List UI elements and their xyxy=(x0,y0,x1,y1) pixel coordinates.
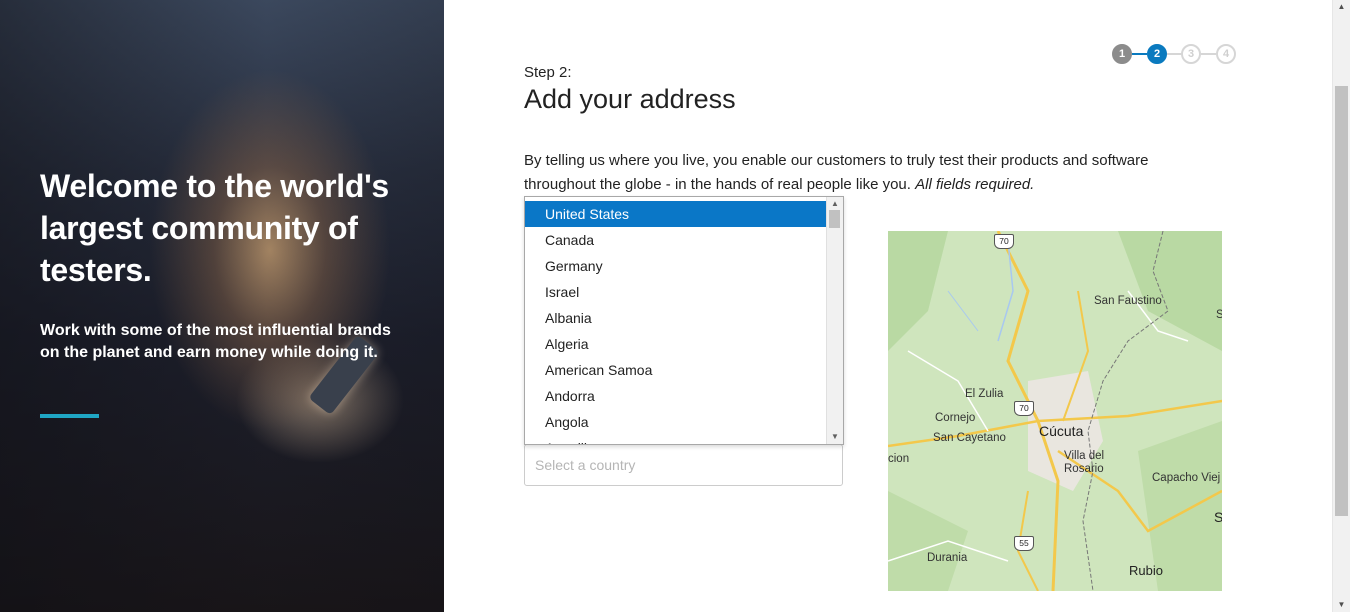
map-label: Rubio xyxy=(1129,563,1163,578)
map-roads-svg xyxy=(888,231,1222,591)
page-scrollbar[interactable]: ▲ ▼ xyxy=(1332,0,1350,612)
map-label: S xyxy=(1216,309,1222,321)
step-connector xyxy=(1201,53,1216,55)
map-label: San Faustino xyxy=(1094,295,1162,307)
map-label: cion xyxy=(888,453,910,465)
map-label: S xyxy=(1214,509,1222,525)
progress-stepper: 1 2 3 4 xyxy=(1112,44,1240,64)
hero-subheading: Work with some of the most influential b… xyxy=(40,322,391,361)
form-description: By telling us where you live, you enable… xyxy=(524,149,1204,197)
description-text: By telling us where you live, you enable… xyxy=(524,152,1149,193)
route-shield-icon: 70 xyxy=(1014,401,1034,416)
hero-panel: Welcome to the world's largest community… xyxy=(0,0,444,612)
step-1: 1 xyxy=(1112,44,1132,64)
country-option[interactable]: Angola xyxy=(525,409,826,435)
country-option[interactable]: Israel xyxy=(525,279,826,305)
required-note: All fields required. xyxy=(915,176,1035,193)
step-2: 2 xyxy=(1147,44,1167,64)
step-label: Step 2: xyxy=(524,64,572,81)
dropdown-scroll-thumb[interactable] xyxy=(829,210,840,228)
country-option[interactable]: Germany xyxy=(525,253,826,279)
step-connector xyxy=(1167,53,1182,55)
scroll-down-arrow-icon[interactable]: ▼ xyxy=(827,431,843,443)
hero-accent-bar xyxy=(40,414,99,418)
hero-image-overlay xyxy=(0,0,444,612)
map-label: El Zulia xyxy=(965,388,1004,400)
country-option[interactable]: United States xyxy=(525,201,826,227)
country-option-list: United States Canada Germany Israel Alba… xyxy=(525,197,826,444)
step-connector xyxy=(1132,53,1147,55)
country-option[interactable]: Albania xyxy=(525,305,826,331)
map-label: Capacho Viej xyxy=(1152,472,1221,484)
route-shield-icon: 55 xyxy=(1014,536,1034,551)
country-option[interactable]: American Samoa xyxy=(525,357,826,383)
page-scroll-down-icon[interactable]: ▼ xyxy=(1333,598,1350,612)
map-label: Villa del xyxy=(1064,450,1105,462)
step-4: 4 xyxy=(1216,44,1236,64)
country-option[interactable]: Canada xyxy=(525,227,826,253)
country-option[interactable]: Anguilla xyxy=(525,435,826,444)
location-map[interactable]: San Faustino El Zulia Cornejo San Cayeta… xyxy=(888,231,1222,591)
page-scroll-up-icon[interactable]: ▲ xyxy=(1333,0,1350,14)
map-label: San Cayetano xyxy=(933,432,1006,444)
map-label: Durania xyxy=(927,552,968,564)
map-label-city: Cúcuta xyxy=(1039,423,1084,439)
scroll-up-arrow-icon[interactable]: ▲ xyxy=(827,198,843,210)
country-dropdown[interactable]: United States Canada Germany Israel Alba… xyxy=(524,196,844,445)
map-label: Cornejo xyxy=(935,412,976,424)
country-option[interactable]: Andorra xyxy=(525,383,826,409)
map-label: Rosario xyxy=(1064,463,1104,475)
country-input[interactable] xyxy=(524,444,843,486)
country-option[interactable]: Algeria xyxy=(525,331,826,357)
hero-heading: Welcome to the world's largest community… xyxy=(40,168,389,288)
step-3: 3 xyxy=(1181,44,1201,64)
page-scroll-thumb[interactable] xyxy=(1335,86,1348,516)
dropdown-scrollbar[interactable]: ▲ ▼ xyxy=(826,197,843,444)
page-title: Add your address xyxy=(524,84,736,114)
route-shield-icon: 70 xyxy=(994,234,1014,249)
